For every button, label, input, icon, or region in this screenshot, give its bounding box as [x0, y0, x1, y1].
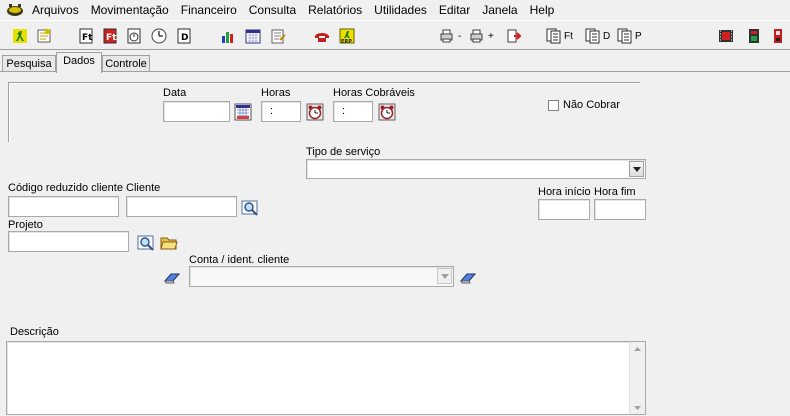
nao-cobrar-checkbox[interactable]	[548, 100, 559, 111]
power-icon[interactable]	[770, 26, 786, 46]
menu-help[interactable]: Help	[524, 0, 561, 20]
tipo-servico-label: Tipo de serviço	[306, 146, 381, 158]
conta-select[interactable]	[189, 266, 454, 287]
search-icon[interactable]	[136, 233, 156, 253]
descricao-label: Descrição	[10, 326, 59, 338]
tab-dados[interactable]: Dados	[56, 52, 102, 73]
bar-chart-icon[interactable]	[220, 26, 236, 46]
chevron-down-icon[interactable]	[437, 268, 452, 284]
vertical-scrollbar[interactable]	[629, 342, 645, 414]
menu-utilidades[interactable]: Utilidades	[368, 0, 433, 20]
hora-fim-label: Hora fim	[594, 186, 636, 198]
projeto-label: Projeto	[8, 219, 43, 231]
hora-inicio-input[interactable]	[538, 199, 590, 220]
clock-icon[interactable]	[151, 26, 167, 46]
projeto-input[interactable]	[8, 231, 129, 252]
app-logo-icon[interactable]	[4, 1, 26, 19]
p-report-label: P	[635, 30, 642, 42]
menu-bar: Arquivos Movimentação Financeiro Consult…	[0, 0, 790, 20]
menu-janela[interactable]: Janela	[476, 0, 523, 20]
horas-cobraveis-label: Horas Cobráveis	[333, 87, 415, 99]
svg-text:ERP: ERP	[341, 39, 352, 44]
hora-fim-input[interactable]	[594, 199, 646, 220]
phone-icon[interactable]	[314, 26, 330, 46]
export-icon[interactable]	[506, 26, 522, 46]
eraser-icon[interactable]	[162, 268, 182, 288]
alarm-clock-icon[interactable]	[305, 102, 325, 122]
conta-label: Conta / ident. cliente	[189, 254, 290, 266]
d-document-icon[interactable]: D	[176, 26, 192, 46]
timer-document-icon[interactable]	[126, 26, 142, 46]
svg-text:D: D	[181, 33, 188, 43]
alarm-clock-icon[interactable]	[377, 102, 397, 122]
report-edit-icon[interactable]	[270, 26, 286, 46]
cliente-input[interactable]	[126, 196, 237, 217]
notes-icon[interactable]	[36, 26, 52, 46]
ft-report-label: Ft	[564, 30, 573, 42]
cliente-label: Cliente	[126, 182, 161, 194]
descricao-textarea[interactable]	[6, 341, 646, 415]
chevron-down-icon[interactable]	[629, 161, 644, 177]
p-report-icon[interactable]: P	[617, 26, 642, 46]
menu-consulta[interactable]: Consulta	[243, 0, 302, 20]
tipo-servico-select[interactable]	[306, 159, 646, 179]
hora-inicio-label: Hora início	[538, 186, 591, 198]
film-icon[interactable]	[718, 26, 734, 46]
menu-editar[interactable]: Editar	[433, 0, 476, 20]
print-minus-icon[interactable]: -	[440, 26, 461, 46]
dados-panel: Data Horas : Horas Cobráveis : Não Cobra…	[0, 71, 790, 416]
horas-label: Horas	[261, 87, 291, 99]
ft-report-icon[interactable]: Ft	[546, 26, 573, 46]
print-plus-icon[interactable]: +	[470, 26, 494, 46]
eraser-icon[interactable]	[458, 268, 478, 288]
codigo-cliente-label: Código reduzido cliente	[8, 182, 123, 194]
horas-value: :	[270, 105, 274, 117]
data-input[interactable]	[163, 101, 230, 122]
horas-cobraveis-input[interactable]: :	[333, 101, 373, 122]
horas-input[interactable]: :	[261, 101, 301, 122]
menu-movimentacao[interactable]: Movimentação	[85, 0, 175, 20]
folder-open-icon[interactable]	[159, 233, 179, 253]
nao-cobrar-label: Não Cobrar	[563, 99, 620, 111]
menu-financeiro[interactable]: Financeiro	[175, 0, 243, 20]
data-label: Data	[163, 87, 187, 99]
search-icon[interactable]	[240, 198, 260, 218]
toolbar: Ft Ft D ERP - + Ft D P	[0, 20, 790, 50]
menu-relatorios[interactable]: Relatórios	[302, 0, 368, 20]
svg-text:Ft: Ft	[106, 33, 117, 43]
ft-red-document-icon[interactable]: Ft	[102, 26, 118, 46]
exit-icon[interactable]	[12, 26, 28, 46]
codigo-cliente-input[interactable]	[8, 196, 119, 217]
calculator-icon[interactable]	[746, 26, 762, 46]
menu-arquivos[interactable]: Arquivos	[26, 0, 85, 20]
d-report-icon[interactable]: D	[585, 26, 610, 46]
erp-icon[interactable]: ERP	[339, 26, 355, 46]
calendar-icon[interactable]	[233, 102, 253, 122]
calendar-icon[interactable]	[245, 26, 261, 46]
horas-cobraveis-value: :	[342, 105, 346, 117]
tab-strip: Pesquisa Dados Controle	[0, 52, 790, 73]
ft-document-icon[interactable]: Ft	[78, 26, 94, 46]
d-report-label: D	[603, 30, 611, 42]
svg-text:Ft: Ft	[82, 33, 93, 43]
